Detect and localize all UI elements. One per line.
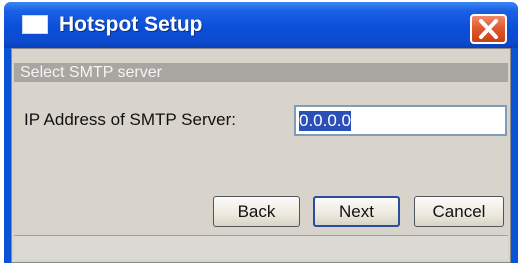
close-icon [479,19,498,39]
hotspot-setup-window: Hotspot Setup Select SMTP server IP Addr… [4,2,518,263]
ip-address-label: IP Address of SMTP Server: [24,110,236,129]
back-button[interactable]: Back [213,196,300,227]
status-bar [14,235,508,260]
title-bar[interactable]: Hotspot Setup [4,2,518,48]
cancel-button[interactable]: Cancel [414,196,504,227]
ip-address-input[interactable] [294,105,507,136]
window-icon [22,15,48,34]
dialog-body: Select SMTP server IP Address of SMTP Se… [11,48,511,263]
close-button[interactable] [470,14,507,44]
section-header: Select SMTP server [14,63,508,82]
next-button[interactable]: Next [313,196,400,227]
window-title: Hotspot Setup [59,13,203,36]
